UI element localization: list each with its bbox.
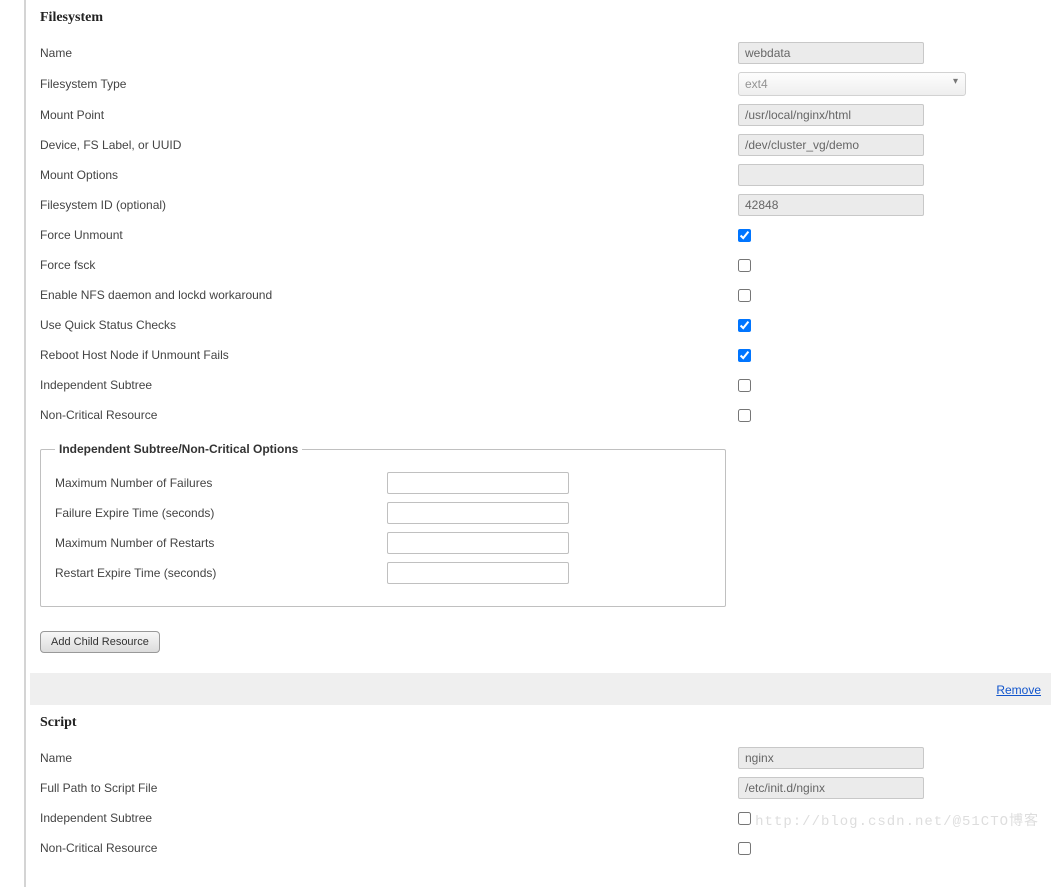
- row-indep-subtree-script: Independent Subtree: [40, 807, 1045, 829]
- label-noncritical-script: Non-Critical Resource: [40, 841, 738, 855]
- checkbox-noncritical-script[interactable]: [738, 842, 751, 855]
- script-title: Script: [40, 715, 1045, 731]
- row-nfs-workaround: Enable NFS daemon and lockd workaround: [40, 284, 1045, 306]
- label-reboot-fail: Reboot Host Node if Unmount Fails: [40, 348, 738, 362]
- checkbox-indep-subtree-script[interactable]: [738, 812, 751, 825]
- label-indep-subtree-fs: Independent Subtree: [40, 378, 738, 392]
- label-script-name: Name: [40, 751, 738, 765]
- label-device: Device, FS Label, or UUID: [40, 138, 738, 152]
- label-quick-status: Use Quick Status Checks: [40, 318, 738, 332]
- subtree-fieldset: Independent Subtree/Non-Critical Options…: [40, 442, 726, 607]
- add-child-resource-button[interactable]: Add Child Resource: [40, 631, 160, 653]
- input-max-failures[interactable]: [387, 472, 569, 494]
- filesystem-section: Filesystem Name Filesystem Type ext4 Mou…: [30, 0, 1051, 673]
- label-restart-expire: Restart Expire Time (seconds): [55, 566, 387, 580]
- row-noncritical-fs: Non-Critical Resource: [40, 404, 1045, 426]
- row-max-restarts: Maximum Number of Restarts: [55, 532, 711, 554]
- checkbox-nfs-workaround[interactable]: [738, 289, 751, 302]
- subtree-legend: Independent Subtree/Non-Critical Options: [55, 442, 302, 456]
- filesystem-title: Filesystem: [40, 10, 1045, 26]
- row-script-path: Full Path to Script File: [40, 777, 1045, 799]
- label-noncritical-fs: Non-Critical Resource: [40, 408, 738, 422]
- checkbox-force-fsck[interactable]: [738, 259, 751, 272]
- label-mountopts: Mount Options: [40, 168, 738, 182]
- input-restart-expire[interactable]: [387, 562, 569, 584]
- row-mountpoint: Mount Point: [40, 104, 1045, 126]
- checkbox-quick-status[interactable]: [738, 319, 751, 332]
- row-script-name: Name: [40, 747, 1045, 769]
- input-max-restarts[interactable]: [387, 532, 569, 554]
- input-device[interactable]: [738, 134, 924, 156]
- row-restart-expire: Restart Expire Time (seconds): [55, 562, 711, 584]
- label-fstype: Filesystem Type: [40, 77, 738, 91]
- divider-bar: Remove: [30, 673, 1051, 705]
- input-script-name[interactable]: [738, 747, 924, 769]
- row-reboot-fail: Reboot Host Node if Unmount Fails: [40, 344, 1045, 366]
- checkbox-force-unmount[interactable]: [738, 229, 751, 242]
- row-fsid: Filesystem ID (optional): [40, 194, 1045, 216]
- row-mountopts: Mount Options: [40, 164, 1045, 186]
- input-name[interactable]: [738, 42, 924, 64]
- row-name: Name: [40, 42, 1045, 64]
- row-quick-status: Use Quick Status Checks: [40, 314, 1045, 336]
- label-failure-expire: Failure Expire Time (seconds): [55, 506, 387, 520]
- label-indep-subtree-script: Independent Subtree: [40, 811, 738, 825]
- script-section: Script Name Full Path to Script File Ind…: [30, 705, 1051, 887]
- select-fstype[interactable]: ext4: [738, 72, 966, 96]
- checkbox-reboot-fail[interactable]: [738, 349, 751, 362]
- checkbox-indep-subtree-fs[interactable]: [738, 379, 751, 392]
- label-max-restarts: Maximum Number of Restarts: [55, 536, 387, 550]
- row-force-fsck: Force fsck: [40, 254, 1045, 276]
- input-mountopts[interactable]: [738, 164, 924, 186]
- input-script-path[interactable]: [738, 777, 924, 799]
- input-mountpoint[interactable]: [738, 104, 924, 126]
- row-failure-expire: Failure Expire Time (seconds): [55, 502, 711, 524]
- label-nfs-workaround: Enable NFS daemon and lockd workaround: [40, 288, 738, 302]
- checkbox-noncritical-fs[interactable]: [738, 409, 751, 422]
- label-force-unmount: Force Unmount: [40, 228, 738, 242]
- row-force-unmount: Force Unmount: [40, 224, 1045, 246]
- label-name: Name: [40, 46, 738, 60]
- label-max-failures: Maximum Number of Failures: [55, 476, 387, 490]
- row-device: Device, FS Label, or UUID: [40, 134, 1045, 156]
- label-script-path: Full Path to Script File: [40, 781, 738, 795]
- row-indep-subtree-fs: Independent Subtree: [40, 374, 1045, 396]
- row-fstype: Filesystem Type ext4: [40, 72, 1045, 96]
- row-noncritical-script: Non-Critical Resource: [40, 837, 1045, 859]
- label-force-fsck: Force fsck: [40, 258, 738, 272]
- remove-link[interactable]: Remove: [996, 683, 1041, 697]
- row-max-failures: Maximum Number of Failures: [55, 472, 711, 494]
- input-fsid[interactable]: [738, 194, 924, 216]
- label-mountpoint: Mount Point: [40, 108, 738, 122]
- select-fstype-wrap: ext4: [738, 72, 966, 96]
- label-fsid: Filesystem ID (optional): [40, 198, 738, 212]
- page-container: Filesystem Name Filesystem Type ext4 Mou…: [24, 0, 1051, 887]
- input-failure-expire[interactable]: [387, 502, 569, 524]
